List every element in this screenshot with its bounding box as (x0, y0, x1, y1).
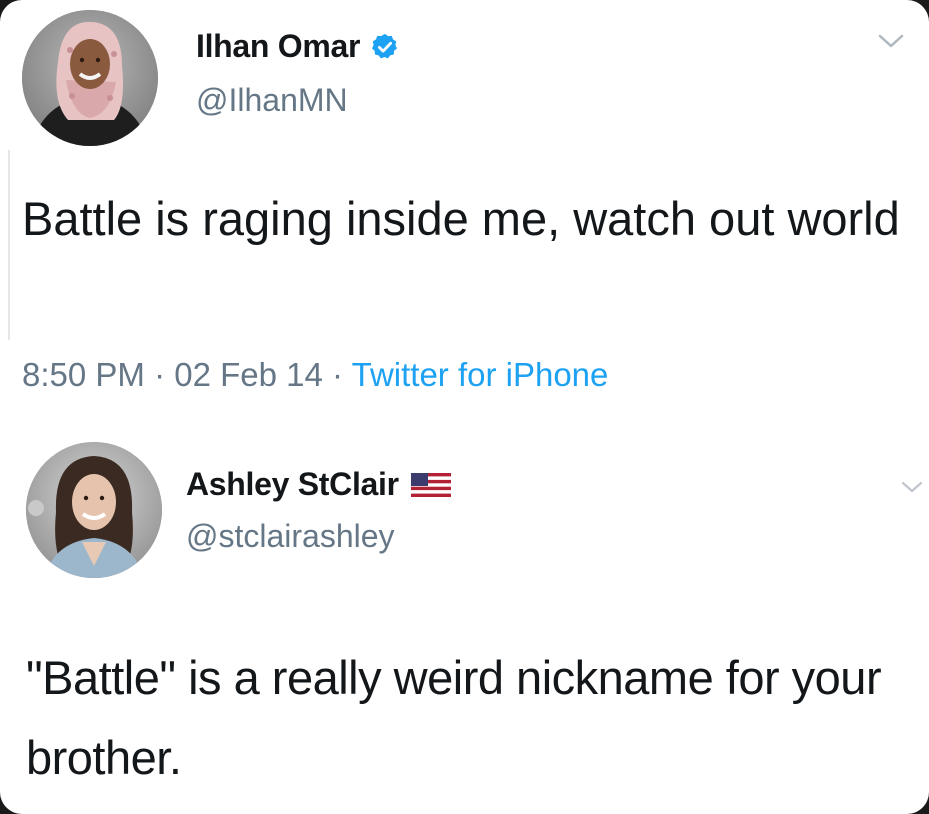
tweet-source-link[interactable]: Twitter for iPhone (352, 356, 609, 393)
meta-separator: · (154, 356, 175, 393)
author-handle[interactable]: @IlhanMN (196, 82, 348, 119)
tweet-screenshot-card: Ilhan Omar @IlhanMN Battle is raging ins… (0, 0, 929, 814)
tweet-text: Battle is raging inside me, watch out wo… (22, 192, 900, 245)
thread-edge-line (8, 150, 10, 340)
author-handle[interactable]: @stclairashley (186, 518, 395, 555)
chevron-down-icon[interactable] (900, 478, 924, 496)
us-flag-icon (410, 472, 451, 497)
author-name-row: Ilhan Omar (196, 28, 400, 65)
chevron-down-icon[interactable] (876, 30, 906, 52)
author-display-name[interactable]: Ilhan Omar (196, 28, 360, 65)
author-display-name[interactable]: Ashley StClair (186, 466, 399, 503)
avatar-woman-icon (26, 442, 162, 578)
meta-separator: · (332, 356, 352, 393)
author-name-row: Ashley StClair (186, 466, 451, 503)
tweet-text: "Battle" is a really weird nickname for … (26, 651, 882, 784)
avatar[interactable] (26, 442, 162, 578)
avatar-woman-headscarf-icon (22, 10, 158, 146)
tweet-time[interactable]: 8:50 PM (22, 356, 145, 393)
tweet-meta: 8:50 PM · 02 Feb 14 · Twitter for iPhone (22, 356, 608, 394)
verified-badge-icon (372, 33, 398, 58)
avatar[interactable] (22, 10, 158, 146)
tweet-date[interactable]: 02 Feb 14 (174, 356, 323, 393)
